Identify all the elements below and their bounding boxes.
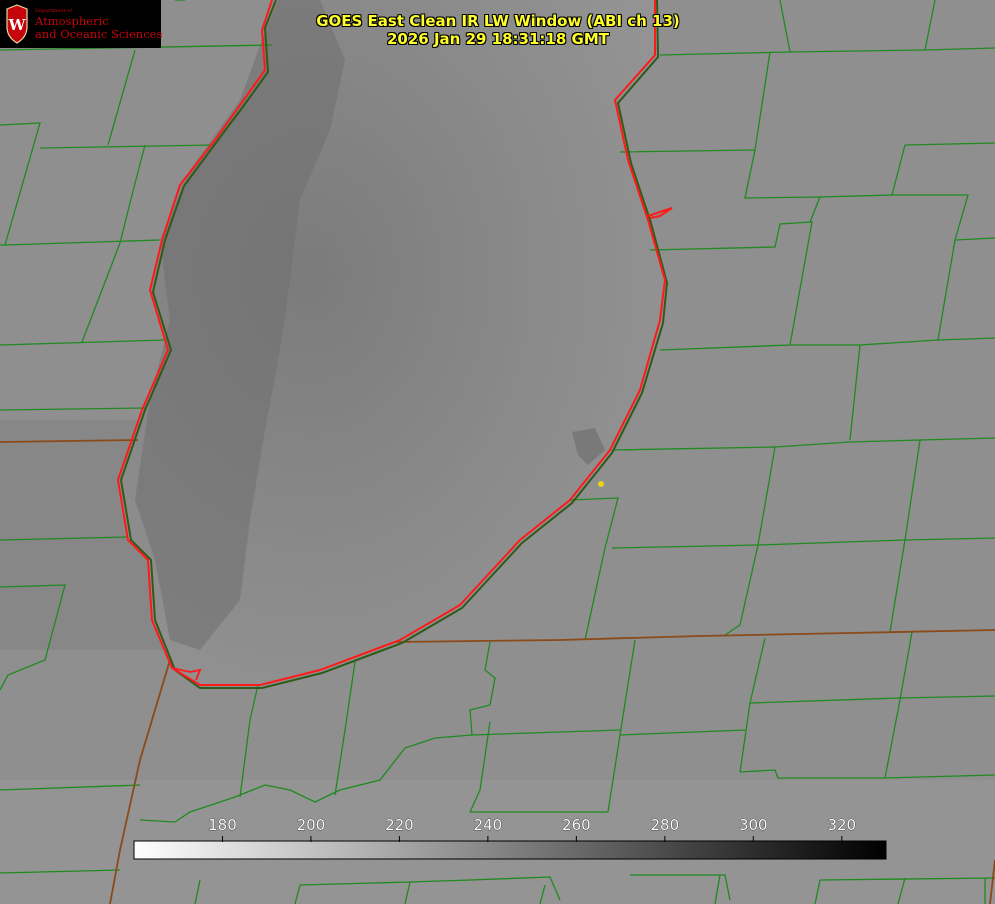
map-canvas: 180 200 220 240 260 280 300 320 — [0, 0, 995, 904]
uw-aos-logo: W Department of Atmospheric and Oceanic … — [0, 0, 163, 48]
crest-letter: W — [8, 16, 27, 34]
colorbar-tick-label: 180 — [208, 816, 237, 834]
colorbar-ramp — [133, 840, 887, 860]
title-timestamp: 2026 Jan 29 18:31:18 GMT — [387, 30, 609, 48]
logo-line-atmospheric: Atmospheric — [35, 14, 109, 28]
colorbar-tick-label: 200 — [297, 816, 326, 834]
title-product: GOES East Clean IR LW Window (ABI ch 13) — [316, 12, 680, 30]
colorbar-tick-label: 260 — [562, 816, 591, 834]
image-title: GOES East Clean IR LW Window (ABI ch 13)… — [248, 12, 748, 48]
colorbar-tick-label: 220 — [385, 816, 414, 834]
colorbar-tick-label: 240 — [474, 816, 503, 834]
colorbar-tick-label: 320 — [827, 816, 856, 834]
uw-crest-icon: W — [6, 4, 28, 44]
location-dot-icon — [598, 481, 604, 487]
colorbar-tick-label: 300 — [739, 816, 768, 834]
satellite-image: 180 200 220 240 260 280 300 320 W Department of… — [0, 0, 995, 904]
logo-line-oceanic: and Oceanic Sciences — [35, 27, 163, 41]
colorbar-tick-label: 280 — [651, 816, 680, 834]
